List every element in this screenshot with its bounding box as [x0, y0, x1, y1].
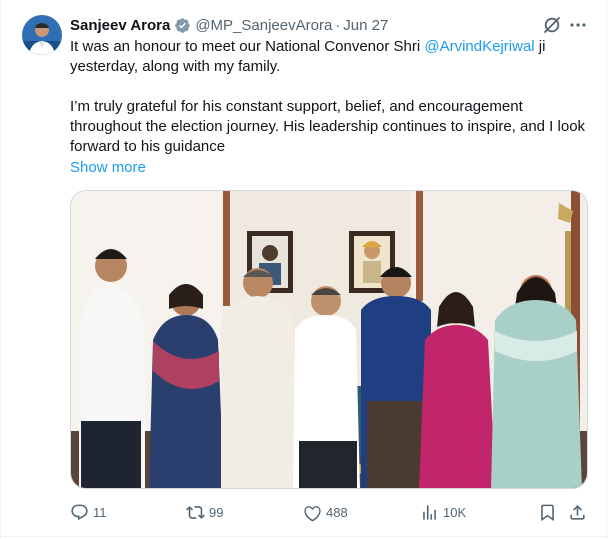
views-icon	[423, 504, 436, 520]
right-border	[606, 0, 607, 539]
bookmark-button[interactable]	[538, 500, 561, 524]
post-paragraph-2: I’m truly grateful for his constant supp…	[70, 98, 586, 155]
verified-badge-icon[interactable]	[174, 17, 191, 34]
post-photo[interactable]	[70, 190, 588, 489]
reply-count: 11	[93, 504, 107, 520]
bottom-border	[0, 536, 607, 537]
show-more-link[interactable]: Show more	[70, 158, 146, 178]
like-icon	[304, 505, 321, 522]
post-date[interactable]: Jun 27	[343, 17, 388, 34]
post-text-pre: It was an honour to meet our National Co…	[70, 38, 425, 55]
share-icon	[570, 504, 585, 520]
reply-button[interactable]: 11	[70, 500, 107, 524]
bookmark-icon	[541, 504, 554, 521]
like-count: 488	[326, 504, 348, 520]
repost-icon	[186, 505, 205, 519]
avatar[interactable]	[22, 15, 62, 55]
views-button[interactable]: 10K	[420, 500, 466, 524]
like-button[interactable]: 488	[303, 500, 348, 524]
author-name[interactable]: Sanjeev Arora	[70, 17, 170, 34]
post-header: Sanjeev Arora @MP_SanjeevArora · Jun 27	[70, 15, 388, 35]
author-handle[interactable]: @MP_SanjeevArora	[195, 17, 332, 34]
more-icon[interactable]	[568, 15, 588, 35]
repost-count: 99	[209, 504, 224, 520]
header-separator: ·	[335, 16, 341, 34]
share-button[interactable]	[568, 500, 591, 524]
grok-icon[interactable]	[542, 15, 562, 35]
mention-link[interactable]: @ArvindKejriwal	[424, 38, 534, 55]
post-text: It was an honour to meet our National Co…	[70, 37, 590, 157]
post-paragraph-1: It was an honour to meet our National Co…	[70, 37, 590, 77]
action-bar: 11 99 488 10K	[70, 500, 590, 524]
left-border	[0, 0, 1, 539]
reply-icon	[71, 504, 88, 520]
repost-button[interactable]: 99	[186, 500, 223, 524]
views-count: 10K	[443, 504, 467, 520]
